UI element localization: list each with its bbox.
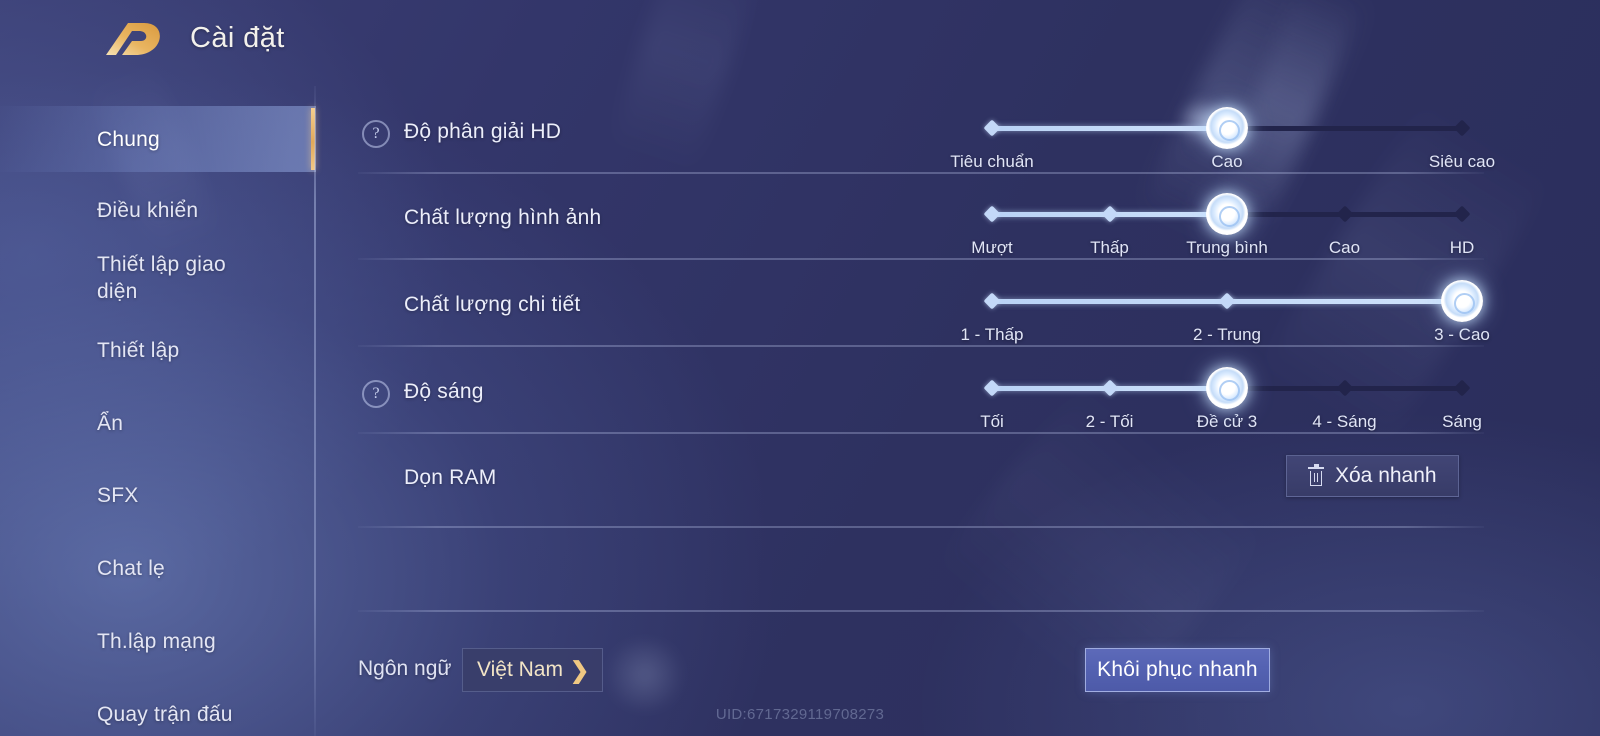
app-header: Cài đặt [0,0,1600,82]
slider-tick[interactable] [1101,205,1118,223]
slider-step-label: Tiêu chuẩn [950,152,1034,171]
slider-step-label: Cao [1328,238,1361,257]
row-divider [358,432,1484,434]
settings-panel: ? Độ phân giải HD Tiêu chuẩn Cao Siêu cao Chấ… [316,86,1600,736]
setting-slider[interactable]: Mượt Thấp Trung bình Cao HD [971,193,1474,257]
uid-text: UID:6717329119708273 [715,706,885,723]
setting-slider[interactable]: 1 - Thấp 2 - Trung 3 - Cao [960,280,1490,344]
slider-step-label: 3 - Cao [1434,325,1490,344]
slider-handle[interactable] [1206,107,1248,149]
page-title: Cài đặt [190,22,285,54]
slider-tick[interactable] [1336,205,1353,223]
row-divider [358,172,1484,174]
language-value: Việt Nam [477,658,563,681]
sidebar-item-label: Thiết lập giao diện [97,253,226,303]
sidebar-item-label: Th.lập mạng [97,629,216,653]
slider-step-label: 2 - Tối [1085,412,1134,431]
slider-step-label: Thấp [1090,238,1129,257]
setting-slider[interactable]: Tiêu chuẩn Cao Siêu cao [950,107,1495,171]
setting-label: Chất lượng chi tiết [404,293,581,316]
setting-label: Độ phân giải HD [404,120,562,143]
language-selector[interactable]: Việt Nam ❯ [462,648,604,692]
slider-tick[interactable] [983,292,1001,310]
slider-step-label: 2 - Trung [1192,325,1262,344]
sidebar-item-8[interactable]: Th.lập mạng [0,621,316,661]
slider-step-label: Trung bình [1186,238,1268,257]
slider-step-label: Sáng [1442,412,1482,431]
slider-tick[interactable] [1453,379,1471,397]
sidebar-item-label: Ẩn [97,411,124,435]
clear-ram-button-label: Xóa nhanh [1335,464,1437,487]
slider-tick[interactable] [1101,379,1118,397]
game-logo-icon [106,23,160,55]
row-divider [358,526,1484,528]
slider-tick[interactable] [983,205,1001,223]
setting-slider[interactable]: Tối 2 - Tối Đề cử 3 4 - Sáng Sáng [980,367,1482,431]
slider-tick[interactable] [1453,119,1471,137]
sidebar-item-1[interactable]: Chung [0,106,316,172]
question-mark-icon[interactable]: ? [362,120,390,148]
slider-step-label: Siêu cao [1428,152,1496,171]
question-mark-icon[interactable]: ? [362,380,390,408]
sidebar-nav: Chung Điều khiển Thiết lập giao diện Thiết … [0,86,316,736]
sidebar-item-label: Chat lẹ [97,556,165,580]
slider-fill [992,126,1227,131]
sidebar-item-7[interactable]: Chat lẹ [0,548,316,588]
sidebar-item-5[interactable]: Ẩn [0,403,316,443]
trash-icon [1308,464,1324,486]
slider-tick[interactable] [1453,205,1471,223]
slider-step-label: 4 - Sáng [1312,412,1377,431]
slider-tick[interactable] [983,119,1001,137]
setting-label: Chất lượng hình ảnh [404,206,602,229]
slider-step-label: Cao [1211,152,1243,171]
row-divider [358,345,1484,347]
language-label: Ngôn ngữ [358,657,452,680]
slider-tick[interactable] [1218,292,1236,310]
footer-divider [358,610,1484,612]
setting-label: Độ sáng [404,380,484,403]
slider-tick[interactable] [1336,379,1353,397]
slider-handle[interactable] [1206,367,1248,409]
sidebar-item-2[interactable]: Điều khiển [0,190,316,230]
slider-step-label: Tối [980,412,1004,431]
slider-step-label: Mượt [971,238,1013,257]
sidebar-item-label: Điều khiển [97,198,199,222]
slider-handle[interactable] [1206,193,1248,235]
slider-step-label: HD [1449,238,1475,257]
slider-step-label: 1 - Thấp [960,325,1024,344]
chevron-right-icon: ❯ [569,657,590,683]
row-divider [358,258,1484,260]
sidebar-item-3[interactable]: Thiết lập giao diện [0,248,316,308]
sidebar-item-6[interactable]: SFX [0,475,316,515]
setting-label: Dọn RAM [404,466,497,489]
slider-handle[interactable] [1441,280,1483,322]
clear-ram-button[interactable]: Xóa nhanh [1286,455,1459,497]
sidebar-item-label: SFX [97,483,139,507]
sidebar-item-4[interactable]: Thiết lập [0,330,316,370]
slider-step-label: Đề cử 3 [1196,412,1258,431]
sidebar-item-label: Thiết lập [97,338,180,362]
restore-defaults-button[interactable]: Khôi phục nhanh [1085,648,1270,692]
sidebar-item-label: Chung [97,127,160,151]
slider-tick[interactable] [983,379,1001,397]
